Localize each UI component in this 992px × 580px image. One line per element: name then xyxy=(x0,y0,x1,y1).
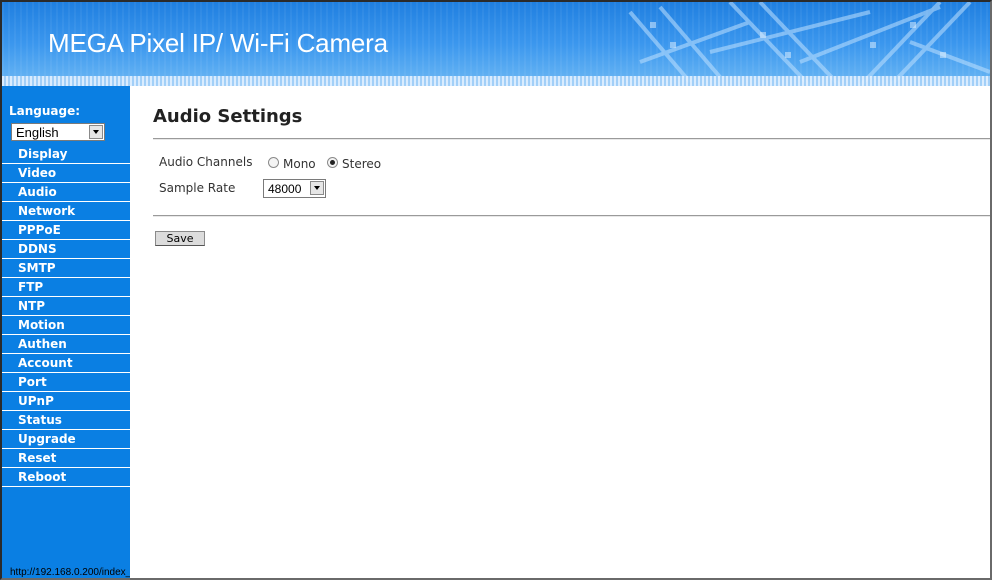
language-select[interactable]: English xyxy=(11,123,105,141)
language-label: Language: xyxy=(9,104,81,118)
sidebar-item-reboot[interactable]: Reboot xyxy=(2,468,130,487)
sidebar-item-network[interactable]: Network xyxy=(2,202,130,221)
sidebar-item-reset[interactable]: Reset xyxy=(2,449,130,468)
sidebar-item-label: Reboot xyxy=(18,470,67,484)
sidebar-item-label: Reset xyxy=(18,451,57,465)
sidebar: Language: English Display Video Audio Ne… xyxy=(2,86,172,578)
sidebar-item-authen[interactable]: Authen xyxy=(2,335,130,354)
sample-rate-label: Sample Rate xyxy=(159,181,236,195)
mono-radio[interactable] xyxy=(268,157,279,168)
app-title: MEGA Pixel IP/ Wi-Fi Camera xyxy=(48,28,388,58)
sidebar-item-ftp[interactable]: FTP xyxy=(2,278,130,297)
sidebar-item-label: Status xyxy=(18,413,62,427)
sidebar-item-label: PPPoE xyxy=(18,223,61,237)
divider-bottom xyxy=(153,215,990,217)
sidebar-item-pppoe[interactable]: PPPoE xyxy=(2,221,130,240)
sidebar-nav: Display Video Audio Network PPPoE DDNS S… xyxy=(2,145,130,487)
language-select-value: English xyxy=(16,125,59,140)
divider-top xyxy=(153,138,990,140)
sidebar-item-label: UPnP xyxy=(18,394,54,408)
header-bottom-strip xyxy=(2,76,990,86)
browser-frame: MEGA Pixel IP/ Wi-Fi Camera Language: En… xyxy=(0,0,992,580)
sample-rate-select[interactable]: 48000 xyxy=(263,179,326,198)
sidebar-item-label: FTP xyxy=(18,280,44,294)
save-button[interactable]: Save xyxy=(155,231,205,246)
sidebar-item-label: Network xyxy=(18,204,76,218)
sidebar-item-motion[interactable]: Motion xyxy=(2,316,130,335)
page-title: Audio Settings xyxy=(153,106,303,127)
mono-radio-label[interactable]: Mono xyxy=(283,157,316,171)
sidebar-item-label: DDNS xyxy=(18,242,57,256)
sidebar-item-upnp[interactable]: UPnP xyxy=(2,392,130,411)
sidebar-item-label: Port xyxy=(18,375,47,389)
main-content: Audio Settings Audio Channels Mono Stere… xyxy=(130,86,990,578)
sidebar-item-label: Authen xyxy=(18,337,67,351)
sidebar-item-label: Audio xyxy=(18,185,57,199)
sidebar-item-label: Upgrade xyxy=(18,432,76,446)
sidebar-item-label: SMTP xyxy=(18,261,56,275)
sidebar-item-label: Account xyxy=(18,356,73,370)
stereo-radio[interactable] xyxy=(327,157,338,168)
sidebar-item-ddns[interactable]: DDNS xyxy=(2,240,130,259)
sidebar-item-ntp[interactable]: NTP xyxy=(2,297,130,316)
sidebar-item-label: NTP xyxy=(18,299,46,313)
sidebar-item-video[interactable]: Video xyxy=(2,164,130,183)
sidebar-item-smtp[interactable]: SMTP xyxy=(2,259,130,278)
audio-channels-label: Audio Channels xyxy=(159,155,253,169)
sidebar-item-label: Display xyxy=(18,147,68,161)
film-strip-decoration-icon xyxy=(628,2,990,86)
sidebar-item-account[interactable]: Account xyxy=(2,354,130,373)
chevron-down-icon[interactable] xyxy=(310,181,324,195)
sidebar-item-label: Video xyxy=(18,166,57,180)
sidebar-item-upgrade[interactable]: Upgrade xyxy=(2,430,130,449)
header-banner: MEGA Pixel IP/ Wi-Fi Camera xyxy=(2,2,990,86)
sidebar-item-status[interactable]: Status xyxy=(2,411,130,430)
sample-rate-value: 48000 xyxy=(268,182,302,196)
sidebar-item-port[interactable]: Port xyxy=(2,373,130,392)
sidebar-item-audio[interactable]: Audio xyxy=(2,183,130,202)
chevron-down-icon[interactable] xyxy=(89,125,103,139)
sidebar-item-display[interactable]: Display xyxy=(2,145,130,164)
sidebar-item-label: Motion xyxy=(18,318,65,332)
stereo-radio-label[interactable]: Stereo xyxy=(342,157,381,171)
